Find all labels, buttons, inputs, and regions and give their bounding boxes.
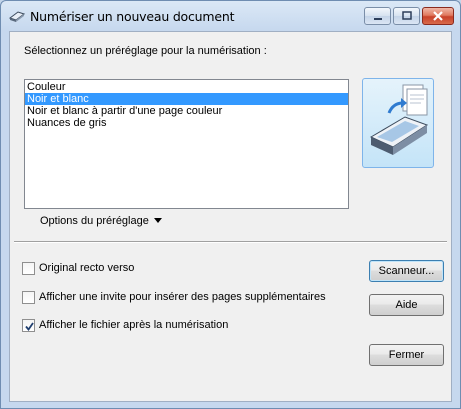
scanner-pages-icon — [369, 84, 429, 155]
duplex-checkbox[interactable] — [22, 262, 35, 275]
close-icon — [433, 11, 443, 21]
dialog-window: Numériser un nouveau document Sélectionn… — [0, 0, 461, 409]
help-button[interactable]: Aide — [369, 294, 444, 316]
scanner-small-icon — [9, 11, 25, 22]
window-title: Numériser un nouveau document — [30, 9, 235, 24]
prompt-more-pages-label: Afficher une invite pour insérer des pag… — [39, 291, 326, 303]
minimize-button[interactable] — [364, 7, 391, 25]
show-file-checkbox[interactable] — [22, 319, 35, 332]
close-window-button[interactable] — [422, 7, 454, 25]
preset-item-nuances-de-gris[interactable]: Nuances de gris — [25, 117, 348, 129]
checkmark-icon — [25, 322, 34, 331]
minimize-icon — [374, 18, 382, 20]
preset-item-noir-et-blanc[interactable]: Noir et blanc — [25, 93, 348, 105]
preset-listbox[interactable]: Couleur Noir et blanc Noir et blanc à pa… — [24, 79, 349, 209]
preset-options-label: Options du préréglage — [40, 215, 149, 227]
preset-options-toggle[interactable]: Options du préréglage — [40, 215, 162, 227]
separator — [14, 241, 447, 243]
preset-item-noir-et-blanc-page-couleur[interactable]: Noir et blanc à partir d'une page couleu… — [25, 105, 348, 117]
close-button[interactable]: Fermer — [369, 344, 444, 366]
prompt-more-pages-checkbox[interactable] — [22, 291, 35, 304]
preset-item-couleur[interactable]: Couleur — [25, 81, 348, 93]
maximize-button[interactable] — [393, 7, 420, 25]
scanner-tile[interactable] — [362, 78, 434, 168]
scanner-button[interactable]: Scanneur... — [369, 260, 444, 282]
duplex-label: Original recto verso — [39, 262, 135, 274]
show-file-label: Afficher le fichier après la numérisatio… — [39, 319, 229, 331]
triangle-down-icon — [153, 218, 162, 223]
dialog-body: Sélectionnez un préréglage pour la numér… — [9, 31, 452, 402]
preset-prompt-label: Sélectionnez un préréglage pour la numér… — [24, 45, 267, 57]
title-bar[interactable]: Numériser un nouveau document — [1, 1, 460, 31]
maximize-icon — [402, 11, 412, 20]
